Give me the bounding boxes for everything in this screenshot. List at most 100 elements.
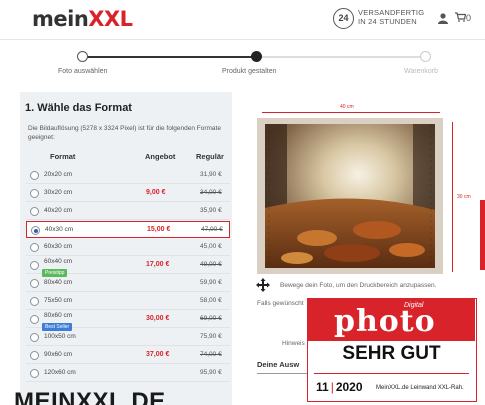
format-radio[interactable] — [30, 333, 39, 342]
logo-accent: XXL — [88, 7, 133, 31]
format-heading: 1. Wähle das Format — [25, 102, 132, 114]
step-line-done — [82, 56, 257, 58]
award-divider — [314, 373, 469, 374]
divider — [257, 373, 307, 374]
format-radio[interactable] — [30, 351, 39, 360]
format-size: 75x50 cm — [44, 297, 73, 304]
format-size: 30x20 cm — [44, 189, 73, 196]
shipping-info: VERSANDFERTIG IN 24 STUNDEN — [358, 8, 424, 26]
offer-price: 15,00 € — [147, 226, 171, 233]
format-row[interactable]: 60x40 cm Preistipp 17,00 €49,00 € — [26, 257, 230, 277]
offer-price: 30,00 € — [146, 315, 170, 322]
format-row[interactable]: 30x20 cm 9,00 € 34,00 € — [26, 185, 230, 202]
site-caption: MEINXXL.DE — [14, 388, 166, 405]
col-format: Format — [50, 152, 76, 161]
format-size: 40x20 cm — [44, 207, 73, 214]
regular-price: 45,00 € — [200, 243, 222, 250]
user-icon[interactable] — [438, 13, 448, 24]
format-radio[interactable] — [30, 243, 39, 252]
format-size: 20x20 cm — [44, 171, 73, 178]
step-label-2: Produkt gestalten — [222, 68, 277, 75]
width-label: 40 cm — [340, 104, 354, 110]
cart-icon — [455, 12, 466, 22]
step-line-todo — [257, 56, 425, 58]
progress-stepper: Foto auswählen Produkt gestalten Warenko… — [0, 40, 485, 92]
award-issue-sep: | — [330, 380, 334, 394]
format-row[interactable]: 75x50 cm 58,00 € — [26, 293, 230, 310]
height-dimension-line — [452, 122, 453, 272]
format-radio[interactable] — [30, 261, 39, 270]
offer-price: 17,00 € — [146, 261, 170, 268]
format-size: 90x60 cm — [44, 351, 73, 358]
format-radio[interactable] — [30, 171, 39, 180]
format-row[interactable]: 20x20 cm 31,90 € — [26, 167, 230, 184]
format-size: 60x40 cm — [44, 258, 73, 265]
deine-auswahl-heading: Deine Ausw — [257, 360, 300, 369]
header: meinXXL 24 VERSANDFERTIG IN 24 STUNDEN 0 — [0, 0, 485, 40]
award-issue-num: 11 — [316, 380, 329, 394]
height-label: 30 cm — [457, 194, 471, 200]
award-product: MeinXXL.de Leinwand XXL-Rah. — [376, 385, 464, 391]
regular-price: 31,90 € — [200, 171, 222, 178]
regular-price: 49,00 € — [200, 261, 222, 268]
regular-price: 74,00 € — [200, 351, 222, 358]
autumn-leaves-photo[interactable] — [257, 118, 443, 274]
test-award-badge: Digital photo SEHR GUT 11 | 2020 MeinXXL.d… — [307, 298, 477, 402]
cart-count: 0 — [466, 13, 472, 23]
offer-price: 37,00 € — [146, 351, 170, 358]
side-tab[interactable] — [480, 200, 485, 270]
format-radio[interactable] — [30, 207, 39, 216]
format-row[interactable]: 80x60 cm Best Seller 30,00 €69,00 € — [26, 311, 230, 331]
regular-price: 35,90 € — [200, 207, 222, 214]
format-radio[interactable] — [30, 315, 39, 324]
col-regular: Regulär — [196, 152, 224, 161]
shipping-line1: VERSANDFERTIG — [358, 8, 425, 17]
move-hint: Bewege dein Foto, um den Druckbereich an… — [280, 282, 437, 289]
format-row[interactable]: 40x30 cm 15,00 € 47,00 € — [26, 221, 230, 238]
shipping-line2: IN 24 STUNDEN — [358, 17, 417, 26]
format-row[interactable]: 90x60 cm 37,00 € 74,00 € — [26, 347, 230, 364]
step-label-1[interactable]: Foto auswählen — [58, 68, 107, 75]
format-panel: 1. Wähle das Format Die Bildauflösung (5… — [20, 92, 232, 405]
format-row[interactable]: 80x40 cm 59,90 € — [26, 275, 230, 292]
col-offer: Angebot — [145, 152, 176, 161]
regular-price: 58,00 € — [200, 297, 222, 304]
offer-price: 9,00 € — [146, 189, 166, 196]
format-radio[interactable] — [30, 369, 39, 378]
format-radio[interactable] — [31, 226, 40, 235]
step-dot-1[interactable] — [77, 51, 88, 62]
format-row[interactable]: 60x30 cm 45,00 € — [26, 239, 230, 256]
width-dimension-line — [262, 112, 440, 113]
step-label-3: Warenkorb — [404, 68, 438, 75]
logo[interactable]: meinXXL — [32, 7, 133, 31]
logo-main: mein — [32, 7, 89, 31]
format-row[interactable]: 40x20 cm 35,90 € — [26, 203, 230, 220]
award-banner: Digital photo — [308, 299, 475, 341]
award-brand: photo — [334, 304, 436, 339]
format-size: 40x30 cm — [45, 226, 74, 233]
regular-price: 95,90 € — [200, 369, 222, 376]
move-icon[interactable] — [256, 278, 270, 292]
24h-badge-icon: 24 — [333, 8, 354, 29]
format-size: 60x30 cm — [44, 243, 73, 250]
format-size: 100x50 cm — [44, 333, 76, 340]
regular-price: 75,90 € — [200, 333, 222, 340]
format-radio[interactable] — [30, 279, 39, 288]
canvas-preview[interactable] — [257, 118, 443, 274]
regular-price: 47,00 € — [201, 226, 223, 233]
award-grade: SEHR GUT — [342, 343, 441, 364]
step-dot-3 — [420, 51, 431, 62]
format-row[interactable]: 100x50 cm 75,90 € — [26, 329, 230, 346]
format-row[interactable]: 120x60 cm 95,90 € — [26, 365, 230, 382]
format-radio[interactable] — [30, 297, 39, 306]
regular-price: 34,00 € — [200, 189, 222, 196]
award-issue-year: 2020 — [335, 380, 363, 394]
step-dot-2 — [251, 51, 262, 62]
format-size: 80x40 cm — [44, 279, 73, 286]
format-size: 120x60 cm — [44, 369, 76, 376]
award-issue: 11 | 2020 — [316, 380, 363, 394]
falls-text: Falls gewünscht — [257, 300, 304, 307]
format-radio[interactable] — [30, 189, 39, 198]
regular-price: 59,90 € — [200, 279, 222, 286]
cart-button[interactable]: 0 — [455, 12, 471, 23]
